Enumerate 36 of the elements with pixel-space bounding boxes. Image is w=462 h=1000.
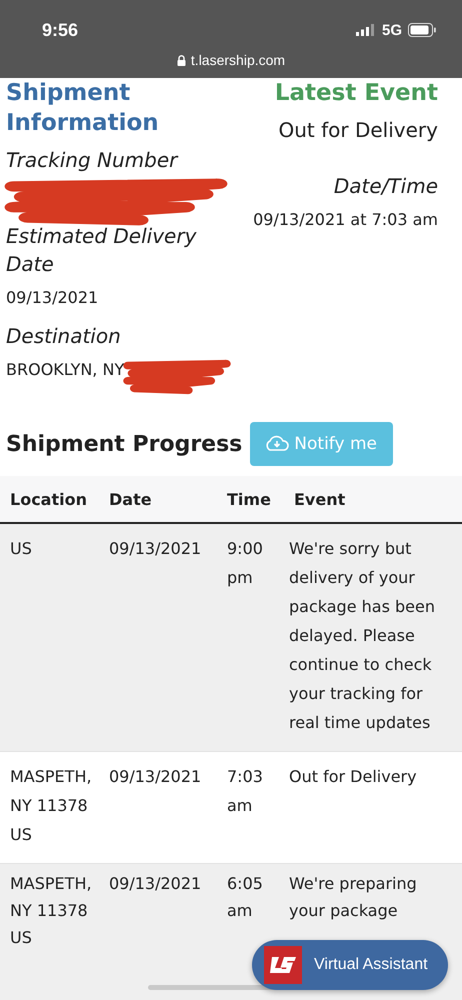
table-cell-text: 09/13/2021 (109, 538, 202, 560)
lock-icon (176, 54, 186, 66)
table-cell-text: We're sorry but delivery of your package has been delayed. Please continue to check your tracking for real time updates (289, 538, 436, 734)
table-cell-text: Out for Delivery (289, 766, 418, 788)
virtual-assistant-button[interactable]: Virtual Assistant (252, 940, 448, 990)
section-title: Shipment Information (6, 79, 160, 138)
column-header: Date (109, 490, 153, 508)
table-cell-text: MASPETH, NY 11378 US (9, 873, 93, 949)
network-label: 5G (382, 22, 402, 38)
table-cell-text: 9:00 pm (227, 538, 264, 589)
table-cell-text: 6:05 am (227, 873, 264, 922)
latest-event-status: Out for Delivery (278, 118, 438, 142)
field-value: 09/13/2021 at 7:03 am (253, 209, 438, 231)
field-label: Date/Time (334, 173, 438, 200)
field-value: BROOKLYN, NY (6, 359, 124, 381)
field-label: Destination (6, 323, 122, 350)
table-cell-text: We're preparing your package (289, 873, 418, 922)
address-bar-url[interactable]: t.lasership.com (190, 52, 286, 68)
table-cell-text: 09/13/2021 (109, 873, 202, 895)
column-header: Time (227, 490, 272, 508)
field-label: Tracking Number (6, 147, 180, 174)
table-cell-text: US (9, 538, 33, 560)
status-time: 9:56 (42, 20, 78, 40)
section-title: Shipment Progress (6, 432, 242, 456)
field-value: 09/13/2021 (6, 287, 98, 309)
table-cell-text: 09/13/2021 (109, 766, 202, 788)
field-label: Estimated Delivery Date (6, 223, 198, 278)
table-cell-text: MASPETH, NY 11378 US (9, 766, 93, 846)
cloud-icon (264, 435, 290, 453)
column-header: Event (294, 490, 346, 508)
battery-icon (408, 23, 436, 37)
section-title: Latest Event (274, 79, 438, 108)
logo-icon (264, 946, 302, 984)
signal-icon (356, 24, 376, 36)
column-header: Location (9, 490, 88, 508)
table-cell-text: 7:03 am (227, 766, 264, 817)
